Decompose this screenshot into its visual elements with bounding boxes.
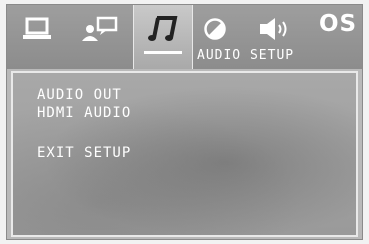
tab-audio[interactable] (133, 5, 193, 69)
osd-setup-window: OS AUDIO SETUP AUDIO OUT HDMI AUDIO EXIT… (6, 4, 363, 240)
section-title: AUDIO SETUP (197, 48, 295, 63)
tab-speaker[interactable] (253, 11, 297, 47)
music-note-icon (145, 14, 181, 44)
monitor-icon (22, 16, 52, 42)
active-tab-underline (144, 51, 182, 54)
users-chat-icon (80, 15, 120, 43)
tab-os[interactable]: OS (319, 11, 357, 37)
menu-item-audio-out[interactable]: AUDIO OUT (37, 87, 122, 103)
tab-video[interactable] (197, 11, 233, 47)
menu-item-exit-setup[interactable]: EXIT SETUP (37, 145, 131, 161)
tab-general[interactable] (17, 11, 57, 47)
tab-language[interactable] (77, 11, 123, 47)
contrast-icon (203, 17, 227, 41)
menu-panel: AUDIO OUT HDMI AUDIO EXIT SETUP (11, 71, 358, 237)
speaker-icon (257, 16, 293, 42)
setup-tab-bar: OS AUDIO SETUP (7, 5, 362, 69)
menu-item-hdmi-audio[interactable]: HDMI AUDIO (37, 105, 131, 121)
tab-audio-icon-wrap (134, 11, 192, 47)
